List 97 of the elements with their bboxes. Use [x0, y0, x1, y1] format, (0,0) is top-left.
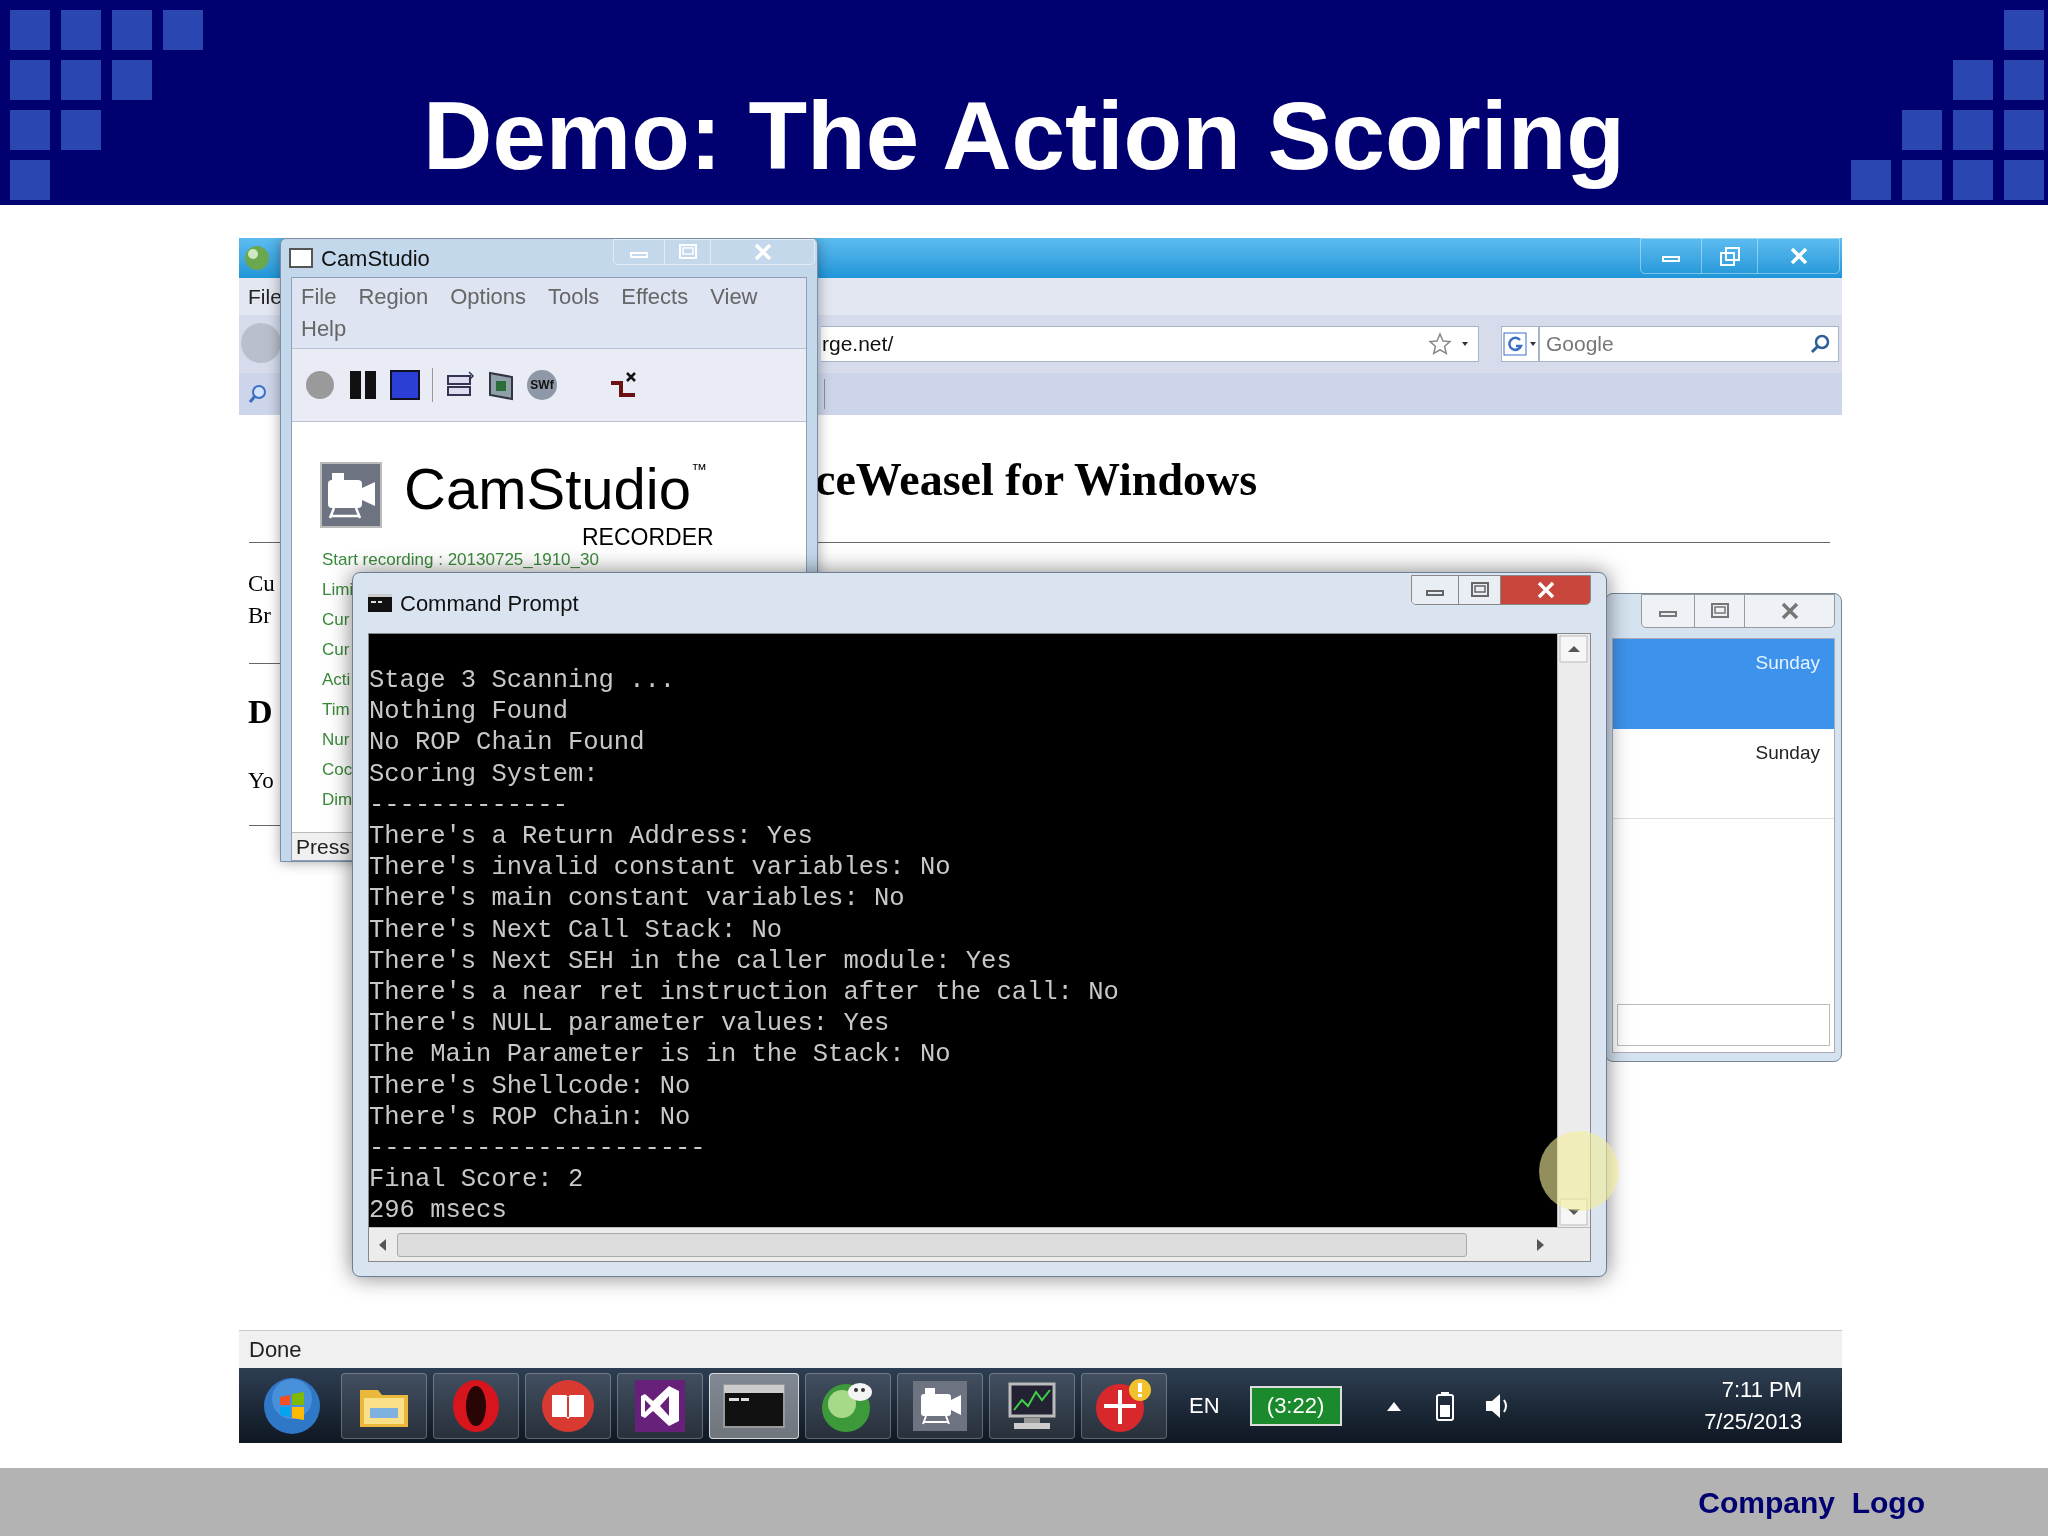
taskbar-button[interactable] [1081, 1372, 1167, 1439]
battery-icon[interactable] [1435, 1390, 1454, 1421]
taskbar-button[interactable] [525, 1372, 611, 1439]
taskbar-button[interactable] [897, 1372, 983, 1439]
camera-icon [320, 462, 382, 528]
close-button[interactable] [1500, 576, 1590, 604]
terminal-icon [723, 1383, 785, 1428]
console-line: Scoring System: [369, 758, 600, 790]
console-line: There's a Return Address: Yes [369, 821, 814, 853]
console-line: There's a near ret instruction after the call: No [369, 977, 1120, 1009]
maximize-button[interactable] [1458, 576, 1500, 604]
page-text: Br [248, 602, 271, 630]
ribbon-icon [635, 1379, 685, 1432]
taskbar-button[interactable] [709, 1372, 799, 1439]
console-line: Stage 3 Scanning ... [369, 665, 677, 697]
menu-item[interactable]: Help [301, 314, 347, 344]
console-line: 296 msecs [369, 1195, 508, 1227]
menu-item[interactable]: Options [450, 282, 526, 312]
text-field[interactable] [1617, 1004, 1830, 1046]
search-field[interactable]: Google [1539, 326, 1839, 362]
logo-subtitle: RECORDER [582, 526, 714, 549]
menu-item[interactable]: Effects [621, 282, 689, 312]
restore-icon[interactable] [1718, 246, 1741, 266]
page-heading: D [248, 692, 273, 732]
menu-item[interactable]: File [301, 282, 337, 312]
g-letter-icon [1503, 332, 1527, 356]
slide-title: Demo: The Action Scoring [423, 80, 1625, 191]
address-field[interactable]: rge.net/ [821, 326, 1479, 362]
console-line: No ROP Chain Found [369, 727, 646, 759]
taskbar-button[interactable] [617, 1372, 703, 1439]
recording-status: Start recording : 20130725_1910_30 [322, 549, 599, 571]
console-line: There's invalid constant variables: No [369, 852, 952, 884]
footer-text: Company Logo [1698, 1484, 1925, 1521]
taskbar-button[interactable] [805, 1372, 891, 1439]
console-line: Final Score: 2 [369, 1164, 585, 1196]
info-text: Nur [322, 729, 350, 751]
back-button[interactable] [241, 323, 281, 363]
scroll-thumb[interactable] [397, 1232, 1467, 1257]
list-row[interactable]: Sunday [1613, 639, 1834, 729]
console-line: Nothing Found [369, 696, 569, 728]
window-title: Command Prompt [400, 589, 579, 618]
search-icon[interactable] [247, 383, 269, 405]
page-text: Yo [248, 767, 274, 795]
page-text: Cu [248, 570, 275, 598]
battery-meter[interactable]: (3:22) [1249, 1385, 1342, 1426]
console-line: ---------------------- [369, 1133, 707, 1165]
console-line: There's Shellcode: No [369, 1070, 692, 1102]
swf-button[interactable]: SWf [527, 370, 557, 400]
clock-button[interactable]: 7:11 PM 7/25/2013 [1704, 1373, 1802, 1438]
maximize-icon[interactable] [1468, 580, 1491, 600]
console-line: The Main Parameter is in the Stack: No [369, 1039, 952, 1071]
terminal-icon [368, 594, 392, 612]
console-line: There's NULL parameter values: Yes [369, 1008, 891, 1040]
scrollbar[interactable] [1557, 634, 1590, 1227]
star-icon[interactable] [1428, 332, 1452, 356]
page-heading: ceWeasel for Windows [815, 453, 1258, 507]
status-text: Done [249, 1336, 302, 1364]
speaker-icon[interactable] [1483, 1391, 1510, 1420]
logo-text: CamStudio [404, 460, 691, 518]
film-button[interactable] [487, 369, 515, 401]
info-text: Tim [322, 699, 350, 721]
search-engine-button[interactable] [1501, 326, 1539, 362]
app-icon [289, 247, 313, 269]
console-line: There's Next SEH in the caller module: Yes [369, 945, 1013, 978]
camera-icon [912, 1379, 968, 1432]
menu-item[interactable]: File [248, 280, 282, 313]
menu-item[interactable]: Region [358, 282, 429, 312]
info-text: Dim [322, 789, 353, 811]
alert-icon [1094, 1377, 1154, 1434]
search-icon[interactable] [1809, 333, 1831, 355]
trademark-text: ™ [690, 462, 707, 478]
pause-button[interactable] [348, 369, 378, 401]
console-line: ------------- [369, 789, 569, 821]
info-text: Acti [322, 669, 351, 691]
info-text: Coc [322, 759, 353, 781]
menu-item[interactable]: Tools [548, 282, 600, 312]
start-orb-icon [263, 1376, 321, 1435]
console-line: There's Next Call Stack: No [369, 914, 784, 946]
info-text: Cur [322, 609, 350, 631]
console-line: There's main constant variables: No [369, 883, 906, 915]
stop-button[interactable] [390, 370, 420, 400]
info-text: Cur [322, 639, 350, 661]
status-text: Press [296, 833, 350, 860]
info-text: Limi [322, 579, 354, 601]
menu-item[interactable]: View [710, 282, 758, 312]
taskbar-button[interactable] [989, 1372, 1075, 1439]
minimize-button[interactable] [1412, 576, 1458, 604]
window-title: CamStudio [321, 244, 430, 273]
record-button[interactable] [304, 369, 336, 401]
maximize-icon[interactable] [1708, 601, 1731, 621]
scrollbar[interactable] [369, 1227, 1590, 1261]
console-line: There's ROP Chain: No [369, 1101, 692, 1134]
globe-icon [243, 244, 271, 272]
ring-icon [450, 1377, 502, 1434]
language-button[interactable]: EN [1189, 1389, 1220, 1422]
book-icon [541, 1378, 595, 1433]
taskbar-button[interactable] [341, 1372, 427, 1439]
